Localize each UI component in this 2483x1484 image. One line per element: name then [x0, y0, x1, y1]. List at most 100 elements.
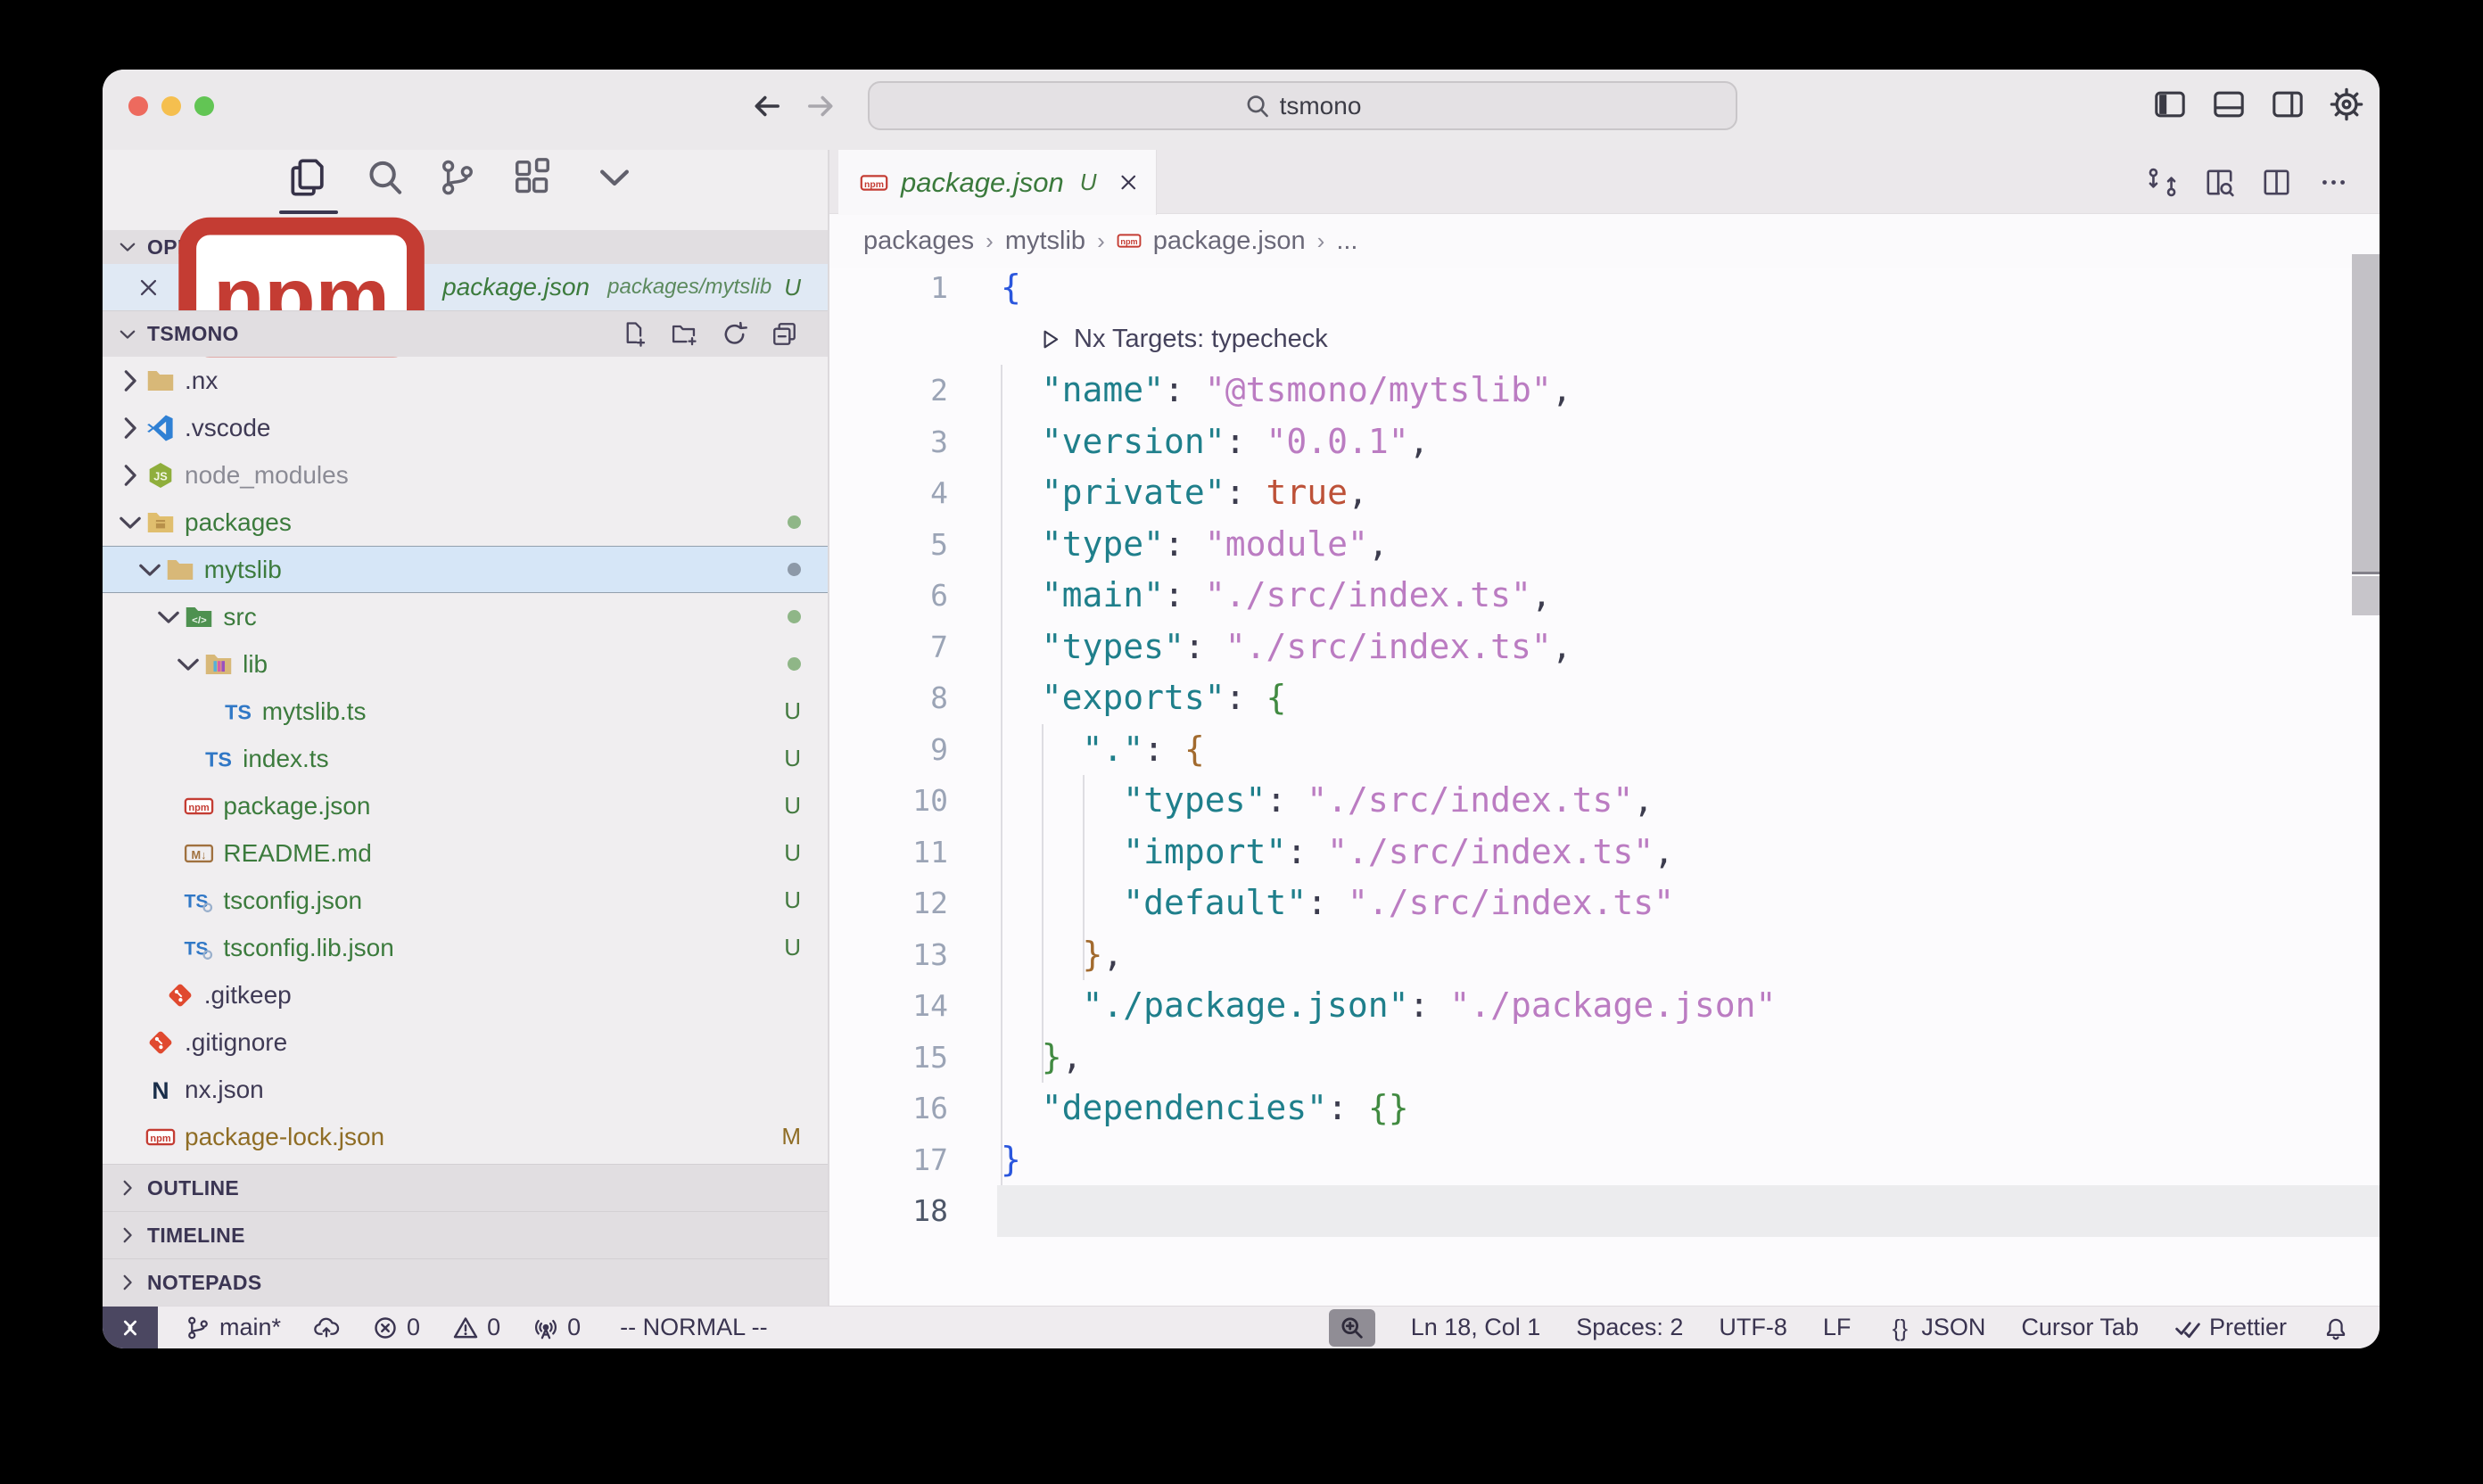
status-item[interactable]: 0	[452, 1314, 500, 1341]
tree-item--gitignore[interactable]: .gitignore	[103, 1018, 828, 1066]
tree-item-readme-md[interactable]: M↓README.mdU	[103, 829, 828, 877]
open-preview-icon[interactable]	[2204, 167, 2235, 198]
vscode-icon	[145, 413, 176, 443]
breadcrumb-item[interactable]: ...	[1336, 227, 1357, 256]
status-item[interactable]: LF	[1823, 1314, 1852, 1341]
status-item[interactable]: 0	[372, 1314, 420, 1341]
tree-item-package-lock-json[interactable]: npmpackage-lock.jsonM	[103, 1113, 828, 1160]
new-folder-icon[interactable]	[671, 320, 698, 348]
tree-item-node-modules[interactable]: JSnode_modules	[103, 451, 828, 499]
settings-gear-icon[interactable]	[2330, 87, 2363, 121]
outline-section-header[interactable]: OUTLINE	[103, 1164, 828, 1211]
git-status-badge: M	[781, 1123, 801, 1150]
history-forward-button[interactable]	[804, 90, 837, 122]
status-item[interactable]: Cursor Tab	[2021, 1314, 2139, 1341]
status-item[interactable]: Prettier	[2174, 1314, 2287, 1341]
notepads-section-header[interactable]: NOTEPADS	[103, 1258, 828, 1306]
svg-text:npm: npm	[864, 179, 884, 189]
status-item[interactable]: Ln 18, Col 1	[1411, 1314, 1541, 1341]
tree-item-index-ts[interactable]: TSindex.tsU	[103, 735, 828, 782]
code-editor[interactable]: 1{Nx Targets: typecheck2 "name": "@tsmon…	[829, 268, 2380, 1306]
activity-explorer-icon[interactable]	[287, 157, 328, 198]
tree-item-lib[interactable]: lib	[103, 640, 828, 688]
tree-item-packages[interactable]: packages	[103, 499, 828, 546]
untracked-badge: U	[784, 274, 801, 301]
maximize-window-button[interactable]	[194, 96, 214, 116]
code-line-6: 6 "main": "./src/index.ts",	[829, 570, 2380, 622]
status-item[interactable]: UTF-8	[1719, 1314, 1787, 1341]
status-item[interactable]: -- NORMAL --	[620, 1314, 767, 1341]
new-file-icon[interactable]	[621, 320, 648, 348]
tree-item-mytslib[interactable]: mytslib	[103, 546, 828, 593]
git-status-badge: U	[784, 697, 801, 725]
activity-extensions-icon[interactable]	[512, 157, 553, 198]
code-line-text: ".": {	[1001, 724, 1205, 776]
breadcrumb-item[interactable]: packages	[863, 227, 974, 256]
status-item-label: 0	[567, 1314, 581, 1341]
code-line-10: 10 "types": "./src/index.ts",	[829, 775, 2380, 827]
git-status-badge: U	[784, 839, 801, 867]
status-item[interactable]: 0	[532, 1314, 581, 1341]
status-item[interactable]	[1329, 1309, 1375, 1347]
editor-scrollbar[interactable]	[2352, 254, 2380, 572]
collapse-all-icon[interactable]	[771, 320, 798, 348]
open-editor-label: package.json	[442, 273, 590, 301]
status-item[interactable]	[2322, 1315, 2349, 1341]
tree-item--nx[interactable]: .nx	[103, 357, 828, 404]
status-item[interactable]	[313, 1315, 340, 1341]
code-line-text: "types": "./src/index.ts",	[1001, 775, 1654, 827]
line-number: 10	[829, 775, 948, 827]
tree-item-tsconfig-lib-json[interactable]: TStsconfig.lib.jsonU	[103, 924, 828, 971]
remote-indicator[interactable]	[103, 1307, 158, 1349]
more-actions-icon[interactable]	[2318, 167, 2349, 198]
cloud-upload-icon	[313, 1315, 340, 1341]
code-line-text: "version": "0.0.1",	[1001, 416, 1429, 468]
activity-chevron-down-icon[interactable]	[594, 157, 635, 198]
tree-item--vscode[interactable]: .vscode	[103, 404, 828, 451]
npm-icon: npm	[184, 791, 214, 821]
tree-item-nx-json[interactable]: Nnx.json	[103, 1066, 828, 1113]
open-editor-item[interactable]: npmpackage.jsonpackages/mytslibU	[103, 264, 828, 310]
close-tab-button[interactable]	[1118, 169, 1140, 195]
compare-changes-icon[interactable]	[2147, 167, 2178, 198]
timeline-section-header[interactable]: TIMELINE	[103, 1211, 828, 1258]
history-back-button[interactable]	[751, 90, 783, 122]
code-line-14: 14 "./package.json": "./package.json"	[829, 980, 2380, 1032]
code-line-text: "exports": {	[1001, 672, 1286, 724]
tree-item-label: .nx	[185, 367, 218, 395]
tree-item-mytslib-ts[interactable]: TSmytslib.tsU	[103, 688, 828, 735]
layout-sidebar-left-icon[interactable]	[2153, 87, 2187, 121]
tree-item-tsconfig-json[interactable]: TStsconfig.jsonU	[103, 877, 828, 924]
code-line-2: 2 "name": "@tsmono/mytslib",	[829, 365, 2380, 416]
tree-item-src[interactable]: </>src	[103, 593, 828, 640]
code-line-5: 5 "type": "module",	[829, 519, 2380, 571]
ts-icon: TS	[223, 697, 253, 727]
activity-source-control-icon[interactable]	[437, 157, 478, 198]
codelens[interactable]: Nx Targets: typecheck	[1038, 314, 1328, 366]
code-line-text: "./package.json": "./package.json"	[1001, 980, 1776, 1032]
breadcrumb-item[interactable]: mytslib	[1005, 227, 1085, 256]
tab-package-json[interactable]: npm package.json U	[838, 150, 1157, 215]
status-item[interactable]: main*	[185, 1314, 281, 1341]
close-window-button[interactable]	[128, 96, 148, 116]
explorer-root-header[interactable]: TSMONO	[103, 310, 828, 357]
status-item[interactable]: {}JSON	[1886, 1314, 1985, 1341]
refresh-icon[interactable]	[721, 320, 748, 348]
twist-spacer	[115, 1027, 145, 1058]
zoom-indicator[interactable]	[1329, 1309, 1375, 1347]
minimize-window-button[interactable]	[161, 96, 181, 116]
breadcrumb-item[interactable]: package.json	[1153, 227, 1306, 256]
codelens-row[interactable]: Nx Targets: typecheck	[829, 314, 2380, 366]
layout-sidebar-right-icon[interactable]	[2271, 87, 2305, 121]
tree-item-package-json[interactable]: npmpackage.jsonU	[103, 782, 828, 829]
layout-panel-icon[interactable]	[2212, 87, 2246, 121]
activity-search-icon[interactable]	[365, 157, 406, 198]
search-icon	[1244, 93, 1271, 120]
command-center-search[interactable]: tsmono	[868, 81, 1737, 130]
close-icon[interactable]	[136, 276, 161, 300]
status-item[interactable]: Spaces: 2	[1576, 1314, 1683, 1341]
tree-item--gitkeep[interactable]: .gitkeep	[103, 971, 828, 1018]
breadcrumb: packages›mytslib›npmpackage.json›...	[829, 214, 2380, 268]
tree-item-label: node_modules	[185, 461, 349, 490]
split-editor-icon[interactable]	[2261, 167, 2292, 198]
